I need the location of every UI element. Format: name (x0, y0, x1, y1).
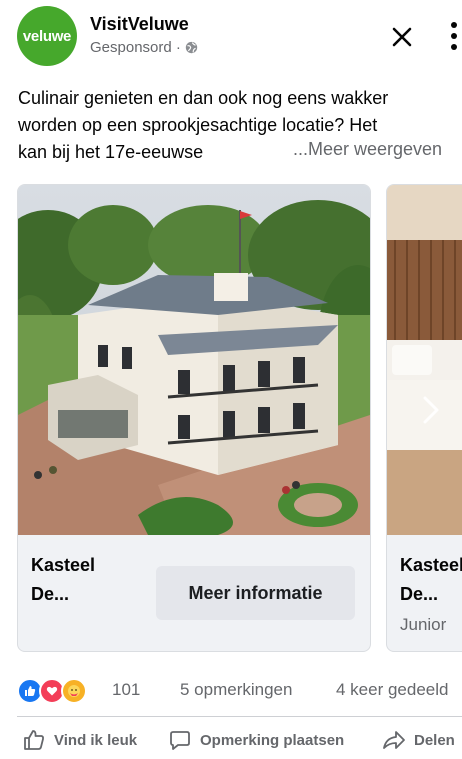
share-icon (383, 731, 405, 749)
sponsored-row: Gesponsord · (90, 39, 198, 56)
more-info-button[interactable]: Meer informatie (156, 566, 355, 620)
card-title: Kasteel De... (31, 551, 95, 609)
post-text-line: worden op een sprookjesachtige locatie? … (18, 115, 378, 135)
card-title-line: Kasteel (400, 555, 462, 575)
see-more-link[interactable]: ...Meer weergeven (293, 139, 442, 160)
comment-button[interactable]: Opmerking plaatsen (168, 728, 344, 752)
like-button[interactable]: Vind ik leuk (22, 728, 137, 752)
globe-icon (185, 41, 198, 54)
more-options-button[interactable] (446, 18, 462, 54)
card-title-line: De... (400, 584, 439, 604)
card-subtitle: Junior (400, 615, 447, 634)
care-icon (61, 678, 87, 704)
more-vertical-icon (451, 22, 457, 28)
thumbs-up-icon (24, 730, 44, 750)
comment-icon (170, 731, 190, 750)
reaction-count[interactable]: 101 (112, 680, 140, 700)
card-title-line: De... (31, 584, 70, 604)
castle-photo[interactable] (18, 185, 370, 535)
engagement-stats: 101 5 opmerkingen 4 keer gedeeld (0, 676, 462, 706)
like-label: Vind ik leuk (54, 731, 138, 749)
comments-count[interactable]: 5 opmerkingen (180, 680, 292, 700)
chevron-right-icon[interactable] (412, 392, 448, 428)
share-label: Delen (414, 731, 455, 749)
shares-count[interactable]: 4 keer gedeeld (336, 680, 448, 700)
avatar-logo-text: veluwe (22, 27, 72, 45)
divider (17, 716, 462, 717)
post-header: veluwe VisitVeluwe Gesponsord · (0, 0, 462, 74)
card-title: Kasteel De... (400, 551, 462, 609)
page-name[interactable]: VisitVeluwe (90, 14, 189, 35)
ad-carousel: Kasteel De... Meer informatie Kasteel De… (0, 184, 462, 654)
share-button[interactable]: Delen (382, 728, 455, 752)
post-text-line: Culinair genieten en dan ook nog eens wa… (18, 88, 389, 108)
hotel-room-photo[interactable] (387, 185, 462, 535)
carousel-card[interactable]: Kasteel De... Meer informatie (17, 184, 371, 652)
comment-label: Opmerking plaatsen (200, 731, 345, 749)
post-actions: Vind ik leuk Opmerking plaatsen Delen (0, 724, 462, 759)
reaction-icons[interactable] (17, 678, 87, 704)
close-icon (392, 27, 412, 47)
card-title-line: Kasteel (31, 555, 96, 575)
close-button[interactable] (385, 20, 419, 54)
sponsored-label: Gesponsord · (90, 39, 181, 56)
page-avatar[interactable]: veluwe (17, 6, 77, 66)
